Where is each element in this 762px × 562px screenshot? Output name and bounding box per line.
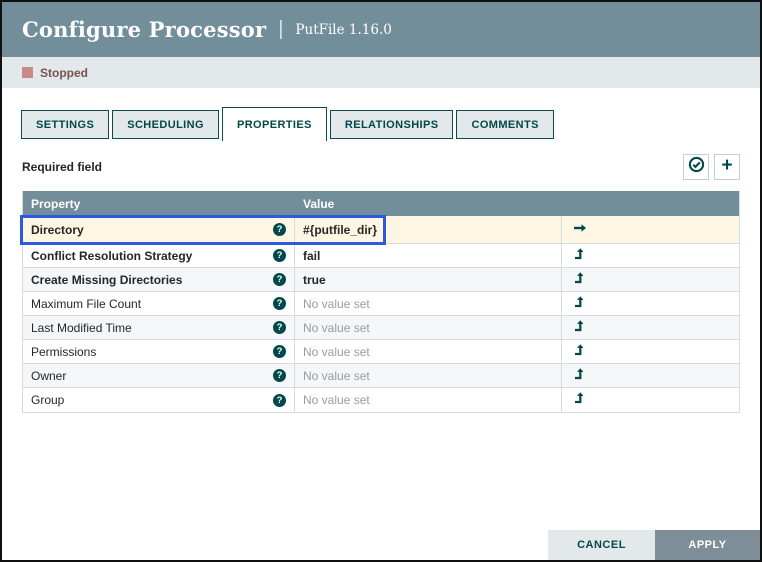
property-value-cell[interactable]: true — [295, 268, 562, 291]
property-value-cell[interactable]: #{putfile_dir} — [295, 216, 562, 243]
property-value: true — [303, 273, 326, 287]
table-row-group: Group ? No value set — [23, 388, 739, 412]
dialog-header: Configure Processor | PutFile 1.16.0 — [2, 2, 760, 57]
property-name: Create Missing Directories — [31, 273, 182, 287]
convert-to-parameter-level-up-icon[interactable] — [572, 391, 585, 409]
required-field-label: Required field — [22, 160, 102, 174]
cancel-button[interactable]: CANCEL — [548, 530, 655, 560]
help-icon[interactable]: ? — [273, 273, 286, 286]
check-circle-icon — [688, 156, 705, 178]
property-value-cell[interactable]: No value set — [295, 292, 562, 315]
property-value-cell[interactable]: No value set — [295, 388, 562, 412]
add-property-button[interactable]: + — [714, 154, 740, 180]
convert-to-parameter-level-up-icon[interactable] — [572, 319, 585, 337]
help-icon[interactable]: ? — [273, 321, 286, 334]
property-name: Last Modified Time — [31, 321, 132, 335]
processor-name-version: PutFile 1.16.0 — [295, 22, 391, 38]
property-value-cell[interactable]: No value set — [295, 340, 562, 363]
property-name: Permissions — [31, 345, 96, 359]
property-value-cell[interactable]: No value set — [295, 316, 562, 339]
property-value: No value set — [303, 345, 370, 359]
table-row-last-modified-time: Last Modified Time ? No value set — [23, 316, 739, 340]
property-value: No value set — [303, 321, 370, 335]
help-icon[interactable]: ? — [273, 394, 286, 407]
stopped-state-icon — [22, 67, 33, 78]
property-value-cell[interactable]: No value set — [295, 364, 562, 387]
column-header-value: Value — [295, 197, 562, 211]
property-name: Directory — [31, 223, 84, 237]
tab-bar: SETTINGS SCHEDULING PROPERTIES RELATIONS… — [21, 107, 740, 141]
table-row-directory: Directory ? #{putfile_dir} — [23, 216, 739, 244]
tab-scheduling[interactable]: SCHEDULING — [112, 110, 219, 139]
convert-to-parameter-level-up-icon[interactable] — [572, 367, 585, 385]
configure-processor-dialog: Configure Processor | PutFile 1.16.0 Sto… — [0, 0, 762, 562]
dialog-title: Configure Processor — [22, 17, 266, 42]
property-value: #{putfile_dir} — [303, 223, 377, 237]
property-name: Group — [31, 393, 64, 407]
help-icon[interactable]: ? — [273, 369, 286, 382]
tab-settings[interactable]: SETTINGS — [21, 110, 109, 139]
convert-to-parameter-level-up-icon[interactable] — [572, 271, 585, 289]
help-icon[interactable]: ? — [273, 297, 286, 310]
column-header-property: Property — [23, 197, 295, 211]
tab-relationships[interactable]: RELATIONSHIPS — [330, 110, 454, 139]
table-row-owner: Owner ? No value set — [23, 364, 739, 388]
table-row-conflict-resolution: Conflict Resolution Strategy ? fail — [23, 244, 739, 268]
convert-to-parameter-level-up-icon[interactable] — [572, 247, 585, 265]
tab-properties[interactable]: PROPERTIES — [222, 107, 327, 141]
property-name: Owner — [31, 369, 66, 383]
table-header: Property Value — [23, 191, 739, 216]
property-name: Maximum File Count — [31, 297, 141, 311]
title-divider: | — [278, 18, 283, 41]
property-toolbar: + — [683, 154, 740, 180]
convert-to-parameter-level-up-icon[interactable] — [572, 295, 585, 313]
help-icon[interactable]: ? — [273, 223, 286, 236]
convert-to-parameter-level-up-icon[interactable] — [572, 343, 585, 361]
property-value: No value set — [303, 369, 370, 383]
plus-icon: + — [721, 156, 732, 175]
status-bar: Stopped — [2, 57, 760, 88]
table-row-create-missing-directories: Create Missing Directories ? true — [23, 268, 739, 292]
properties-table: Property Value Directory ? #{putfile_dir… — [22, 191, 740, 413]
help-icon[interactable]: ? — [273, 249, 286, 262]
table-row-permissions: Permissions ? No value set — [23, 340, 739, 364]
property-value: No value set — [303, 297, 370, 311]
go-to-parameter-arrow-right-icon[interactable] — [572, 221, 589, 239]
verify-properties-button[interactable] — [683, 154, 709, 180]
table-row-maximum-file-count: Maximum File Count ? No value set — [23, 292, 739, 316]
table-toolbar-row: Required field + — [22, 153, 740, 180]
property-name: Conflict Resolution Strategy — [31, 249, 192, 263]
dialog-footer: CANCEL APPLY — [548, 530, 760, 560]
property-value: fail — [303, 249, 320, 263]
help-icon[interactable]: ? — [273, 345, 286, 358]
status-label: Stopped — [40, 66, 88, 80]
apply-button[interactable]: APPLY — [655, 530, 760, 560]
property-value-cell[interactable]: fail — [295, 244, 562, 267]
tab-comments[interactable]: COMMENTS — [456, 110, 553, 139]
property-value: No value set — [303, 393, 370, 407]
